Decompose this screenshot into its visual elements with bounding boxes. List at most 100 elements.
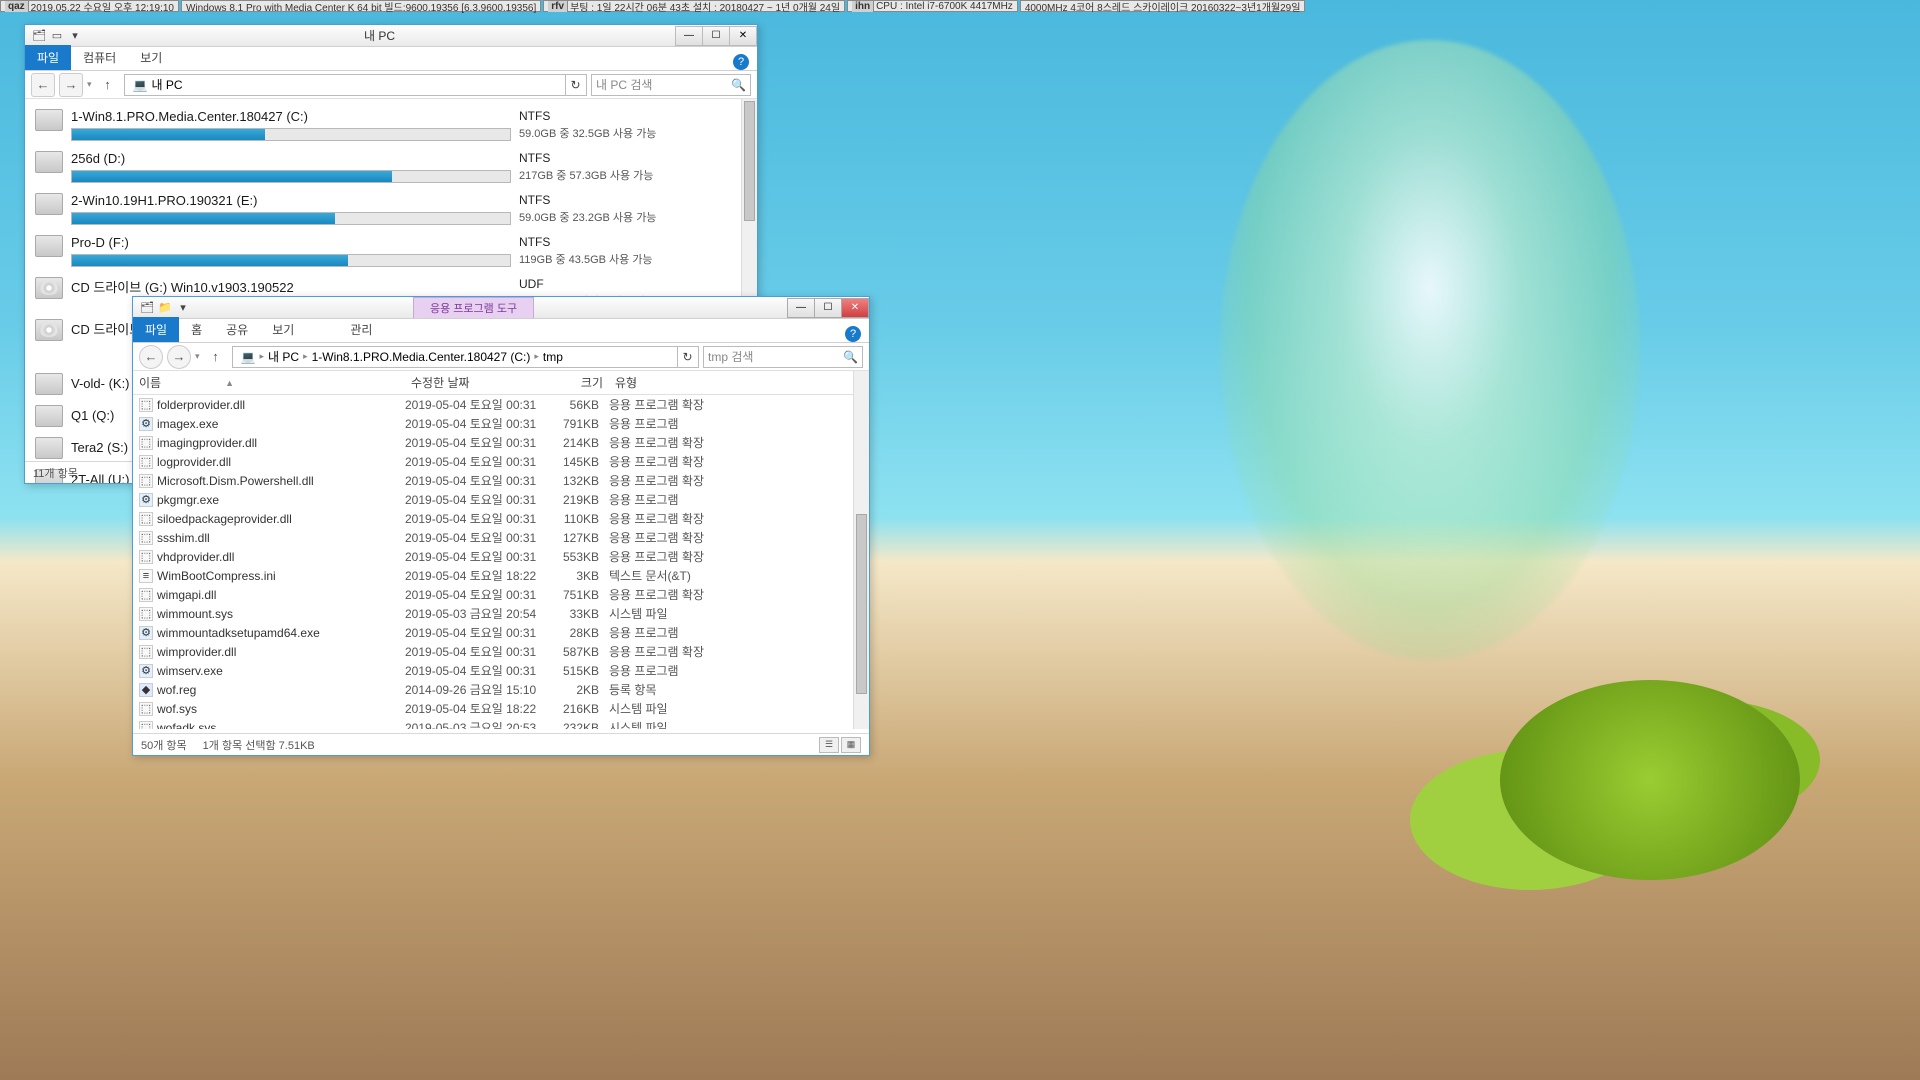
file-icon: ⬚ — [139, 436, 153, 450]
file-type: 응용 프로그램 확장 — [609, 396, 809, 413]
nav-up-button[interactable]: ↑ — [96, 73, 120, 97]
breadcrumb-segment[interactable]: tmp — [539, 350, 567, 364]
refresh-button[interactable]: ↻ — [677, 346, 699, 368]
drive-name: 256d (D:) — [71, 149, 511, 168]
file-row[interactable]: ⬚ssshim.dll2019-05-04 토요일 00:31127KB응용 프… — [133, 528, 869, 547]
help-icon[interactable]: ? — [845, 326, 861, 342]
file-row[interactable]: ⬚vhdprovider.dll2019-05-04 토요일 00:31553K… — [133, 547, 869, 566]
help-icon[interactable]: ? — [733, 54, 749, 70]
file-date: 2019-05-04 토요일 18:22 — [405, 567, 545, 584]
drive-item[interactable]: 256d (D:)NTFS217GB 중 57.3GB 사용 가능 — [33, 145, 749, 187]
maximize-button[interactable]: ☐ — [702, 26, 730, 46]
file-row[interactable]: ⬚imagingprovider.dll2019-05-04 토요일 00:31… — [133, 433, 869, 452]
header-date[interactable]: 수정한 날짜 — [405, 374, 545, 391]
drive-item[interactable]: Pro-D (F:)NTFS119GB 중 43.5GB 사용 가능 — [33, 229, 749, 271]
file-size: 3KB — [545, 569, 609, 583]
file-type: 응용 프로그램 확장 — [609, 548, 809, 565]
nav-back-button[interactable]: ← — [139, 345, 163, 369]
hdd-drive-icon — [35, 109, 63, 131]
drive-item[interactable]: Tera2 (S:) — [33, 431, 135, 463]
file-date: 2019-05-04 토요일 00:31 — [405, 529, 545, 546]
nav-back-button[interactable]: ← — [31, 73, 55, 97]
tab-manage[interactable]: 관리 — [338, 317, 384, 342]
drive-name: Q1 (Q:) — [71, 406, 114, 425]
file-row[interactable]: ⬚Microsoft.Dism.Powershell.dll2019-05-04… — [133, 471, 869, 490]
drive-item[interactable]: Q1 (Q:) — [33, 399, 135, 431]
breadcrumb-segment[interactable]: 1-Win8.1.PRO.Media.Center.180427 (C:) — [308, 350, 535, 364]
file-name: imagex.exe — [157, 417, 218, 431]
maximize-button[interactable]: ☐ — [814, 298, 842, 318]
ribbon: 파일 컴퓨터 보기 ? — [25, 47, 757, 71]
tab-file[interactable]: 파일 — [133, 317, 179, 342]
file-row[interactable]: ◆wof.reg2014-09-26 금요일 15:102KB등록 항목 — [133, 680, 869, 699]
qat-dropdown-icon[interactable]: ▾ — [175, 300, 191, 316]
file-size: 216KB — [545, 702, 609, 716]
file-size: 219KB — [545, 493, 609, 507]
tab-view[interactable]: 보기 — [128, 45, 174, 70]
file-type: 응용 프로그램 확장 — [609, 586, 809, 603]
drive-item[interactable]: 2-Win10.19H1.PRO.190321 (E:)NTFS59.0GB 중… — [33, 187, 749, 229]
qat-properties-icon[interactable]: ▭ — [49, 28, 65, 44]
file-row[interactable]: ≡WimBootCompress.ini2019-05-04 토요일 18:22… — [133, 566, 869, 585]
titlebar[interactable]: 🗂 ▭ ▾ 내 PC — ☐ ✕ — [25, 25, 757, 47]
topbar-item: Windows 8.1 Pro with Media Center K 64 b… — [181, 0, 541, 12]
file-row[interactable]: ⬚wimprovider.dll2019-05-04 토요일 00:31587K… — [133, 642, 869, 661]
hdd-drive-icon — [35, 151, 63, 173]
close-button[interactable]: ✕ — [729, 26, 757, 46]
search-input[interactable]: tmp 검색🔍 — [703, 346, 863, 368]
file-date: 2019-05-04 토요일 00:31 — [405, 643, 545, 660]
file-date: 2019-05-04 토요일 00:31 — [405, 491, 545, 508]
file-row[interactable]: ⚙wimmountadksetupamd64.exe2019-05-04 토요일… — [133, 623, 869, 642]
file-date: 2019-05-04 토요일 00:31 — [405, 472, 545, 489]
header-size[interactable]: 크기 — [545, 374, 609, 391]
search-input[interactable]: 내 PC 검색🔍 — [591, 74, 751, 96]
file-size: 515KB — [545, 664, 609, 678]
nav-history-dropdown[interactable]: ▾ — [195, 351, 200, 362]
refresh-button[interactable]: ↻ — [565, 74, 587, 96]
nav-forward-button[interactable]: → — [167, 345, 191, 369]
address-input[interactable]: 💻 내 PC — [124, 74, 566, 96]
file-row[interactable]: ⬚logprovider.dll2019-05-04 토요일 00:31145K… — [133, 452, 869, 471]
nav-up-button[interactable]: ↑ — [204, 345, 228, 369]
file-row[interactable]: ⚙pkgmgr.exe2019-05-04 토요일 00:31219KB응용 프… — [133, 490, 869, 509]
scrollbar-vertical[interactable] — [853, 371, 869, 729]
tab-file[interactable]: 파일 — [25, 45, 71, 70]
nav-forward-button[interactable]: → — [59, 73, 83, 97]
minimize-button[interactable]: — — [675, 26, 703, 46]
address-input[interactable]: 💻 ▸내 PC▸1-Win8.1.PRO.Media.Center.180427… — [232, 346, 678, 368]
breadcrumb-segment[interactable]: 내 PC — [264, 348, 303, 365]
file-name: logprovider.dll — [157, 455, 231, 469]
qat-folder-icon[interactable]: 📁 — [157, 300, 173, 316]
tab-home[interactable]: 홈 — [179, 317, 214, 342]
drive-item[interactable]: 1-Win8.1.PRO.Media.Center.180427 (C:)NTF… — [33, 103, 749, 145]
topbar-item: ihnCPU : Intel i7-6700K 4417MHz — [847, 0, 1018, 12]
drive-item[interactable]: V-old- (K:) — [33, 367, 135, 399]
hdd-drive-icon — [35, 193, 63, 215]
file-row[interactable]: ⬚siloedpackageprovider.dll2019-05-04 토요일… — [133, 509, 869, 528]
file-row[interactable]: ⬚wimgapi.dll2019-05-04 토요일 00:31751KB응용 … — [133, 585, 869, 604]
tab-computer[interactable]: 컴퓨터 — [71, 45, 128, 70]
file-row[interactable]: ⬚wimmount.sys2019-05-03 금요일 20:5433KB시스템… — [133, 604, 869, 623]
file-name: folderprovider.dll — [157, 398, 245, 412]
file-type: 응용 프로그램 — [609, 624, 809, 641]
view-details-button[interactable]: ☰ — [819, 737, 839, 753]
minimize-button[interactable]: — — [787, 298, 815, 318]
file-row[interactable]: ⬚folderprovider.dll2019-05-04 토요일 00:315… — [133, 395, 869, 414]
nav-history-dropdown[interactable]: ▾ — [87, 79, 92, 90]
view-icons-button[interactable]: ▦ — [841, 737, 861, 753]
header-type[interactable]: 유형 — [609, 374, 749, 391]
titlebar[interactable]: 🗂 📁 ▾ 응용 프로그램 도구 tmp — ☐ ✕ — [133, 297, 869, 319]
tab-view[interactable]: 보기 — [260, 317, 306, 342]
cd-drive-icon — [35, 319, 63, 341]
header-name[interactable]: 이름 ▲ — [133, 374, 405, 391]
file-row[interactable]: ⬚wofadk.sys2019-05-03 금요일 20:53232KB시스템 … — [133, 718, 869, 729]
column-headers[interactable]: 이름 ▲ 수정한 날짜 크기 유형 — [133, 371, 869, 395]
tab-share[interactable]: 공유 — [214, 317, 260, 342]
drive-usage: 119GB 중 43.5GB 사용 가능 — [519, 251, 719, 267]
file-row[interactable]: ⚙wimserv.exe2019-05-04 토요일 00:31515KB응용 … — [133, 661, 869, 680]
file-row[interactable]: ⬚wof.sys2019-05-04 토요일 18:22216KB시스템 파일 — [133, 699, 869, 718]
close-button[interactable]: ✕ — [841, 298, 869, 318]
file-row[interactable]: ⚙imagex.exe2019-05-04 토요일 00:31791KB응용 프… — [133, 414, 869, 433]
qat-dropdown-icon[interactable]: ▾ — [67, 28, 83, 44]
file-size: 791KB — [545, 417, 609, 431]
